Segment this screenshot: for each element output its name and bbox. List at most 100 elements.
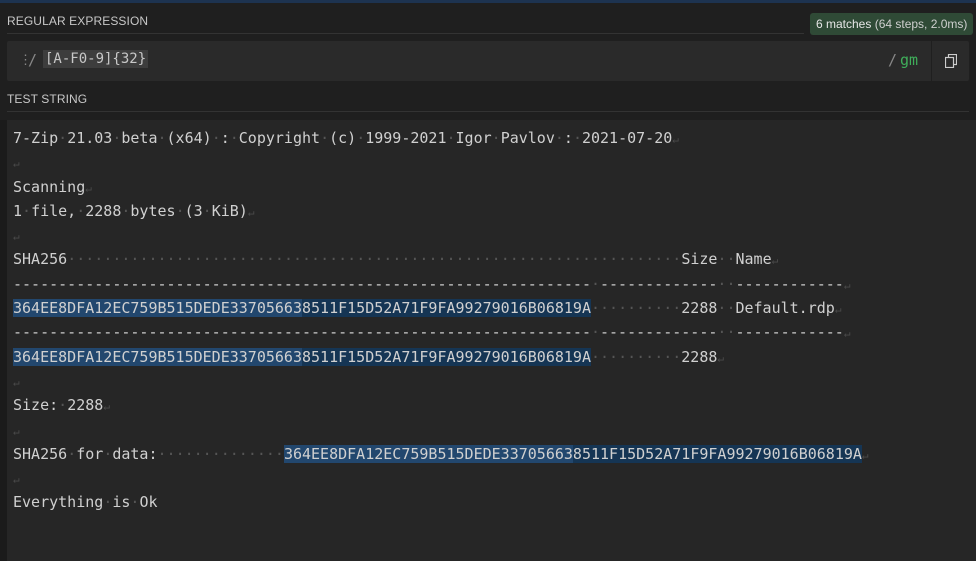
whitespace-marker xyxy=(654,299,663,317)
whitespace-marker xyxy=(654,250,663,268)
whitespace-marker xyxy=(564,250,573,268)
whitespace-marker xyxy=(85,250,94,268)
whitespace-marker xyxy=(672,250,681,268)
editor-gutter xyxy=(0,120,7,561)
whitespace-marker xyxy=(257,250,266,268)
whitespace-marker xyxy=(293,250,302,268)
whitespace-marker xyxy=(203,250,212,268)
test-line: Scanning xyxy=(13,175,869,199)
whitespace-marker xyxy=(645,348,654,366)
whitespace-marker xyxy=(275,445,284,463)
test-line xyxy=(13,369,869,393)
whitespace-marker xyxy=(176,250,185,268)
copy-icon xyxy=(945,54,957,68)
whitespace-marker xyxy=(185,250,194,268)
test-line xyxy=(13,418,869,442)
whitespace-marker xyxy=(663,348,672,366)
regex-input-box[interactable]: ⋮ / [A-F0-9]{32} / gm xyxy=(7,41,969,81)
whitespace-marker xyxy=(158,445,167,463)
match-count: 6 matches xyxy=(816,17,872,31)
whitespace-marker xyxy=(492,129,501,147)
test-line: ----------------------------------------… xyxy=(13,320,869,344)
whitespace-marker xyxy=(528,250,537,268)
whitespace-marker xyxy=(600,299,609,317)
whitespace-marker xyxy=(266,250,275,268)
whitespace-marker xyxy=(546,250,555,268)
whitespace-marker xyxy=(167,250,176,268)
whitespace-marker xyxy=(627,250,636,268)
whitespace-marker xyxy=(636,250,645,268)
whitespace-marker xyxy=(465,250,474,268)
whitespace-marker xyxy=(383,250,392,268)
whitespace-marker xyxy=(185,445,194,463)
whitespace-marker xyxy=(76,250,85,268)
whitespace-marker xyxy=(76,202,85,220)
test-line xyxy=(13,466,869,490)
whitespace-marker xyxy=(437,250,446,268)
whitespace-marker xyxy=(672,299,681,317)
whitespace-marker xyxy=(257,445,266,463)
whitespace-marker xyxy=(212,445,221,463)
whitespace-marker xyxy=(67,445,76,463)
whitespace-marker xyxy=(591,299,600,317)
regex-input[interactable]: [A-F0-9]{32} xyxy=(43,50,149,68)
whitespace-marker xyxy=(447,250,456,268)
test-string-editor[interactable]: 7-Zip 21.03 beta (x64) : Copyright (c) 1… xyxy=(7,120,976,561)
whitespace-marker xyxy=(130,493,139,511)
whitespace-marker xyxy=(609,299,618,317)
top-bar xyxy=(0,0,976,3)
whitespace-marker xyxy=(374,250,383,268)
match-highlight: 8511F15D52A71F9FA99279016B06819A xyxy=(301,299,591,318)
whitespace-marker xyxy=(194,445,203,463)
whitespace-marker xyxy=(311,250,320,268)
whitespace-marker xyxy=(338,250,347,268)
whitespace-marker xyxy=(148,250,157,268)
test-line xyxy=(13,150,869,174)
whitespace-marker xyxy=(176,202,185,220)
test-line: Size: 2288 xyxy=(13,393,869,417)
whitespace-marker xyxy=(582,250,591,268)
match-detail: (64 steps, 2.0ms) xyxy=(871,17,968,31)
whitespace-marker xyxy=(230,445,239,463)
whitespace-marker xyxy=(537,250,546,268)
whitespace-marker xyxy=(248,445,257,463)
whitespace-marker xyxy=(329,250,338,268)
whitespace-marker xyxy=(356,129,365,147)
whitespace-marker xyxy=(573,250,582,268)
test-line: 364EE8DFA12EC759B515DEDE337056638511F15D… xyxy=(13,296,869,320)
whitespace-marker xyxy=(726,299,735,317)
whitespace-marker xyxy=(636,348,645,366)
whitespace-marker xyxy=(94,250,103,268)
whitespace-marker xyxy=(230,250,239,268)
whitespace-marker xyxy=(356,250,365,268)
whitespace-marker xyxy=(392,250,401,268)
match-highlight: 364EE8DFA12EC759B515DEDE33705663 xyxy=(283,444,573,463)
test-line: SHA256 Size Name xyxy=(13,247,869,271)
whitespace-marker xyxy=(555,129,564,147)
whitespace-marker xyxy=(672,348,681,366)
whitespace-marker xyxy=(645,299,654,317)
whitespace-marker xyxy=(230,129,239,147)
whitespace-marker xyxy=(591,323,600,341)
delimiter-close: / xyxy=(888,51,898,69)
whitespace-marker xyxy=(67,250,76,268)
whitespace-marker xyxy=(618,250,627,268)
whitespace-marker xyxy=(618,348,627,366)
whitespace-marker xyxy=(302,250,311,268)
whitespace-marker xyxy=(645,250,654,268)
divider xyxy=(7,111,969,112)
whitespace-marker xyxy=(627,299,636,317)
whitespace-marker xyxy=(212,250,221,268)
test-line xyxy=(13,223,869,247)
whitespace-marker xyxy=(609,250,618,268)
whitespace-marker xyxy=(203,445,212,463)
whitespace-marker xyxy=(103,493,112,511)
match-highlight: 364EE8DFA12EC759B515DEDE33705663 xyxy=(13,347,302,366)
match-highlight: 8511F15D52A71F9FA99279016B06819A xyxy=(301,347,591,366)
whitespace-marker xyxy=(347,250,356,268)
whitespace-marker xyxy=(158,250,167,268)
whitespace-marker xyxy=(58,129,67,147)
copy-button[interactable] xyxy=(931,41,970,81)
test-string-lines[interactable]: 7-Zip 21.03 beta (x64) : Copyright (c) 1… xyxy=(13,126,869,515)
regex-flags-button[interactable]: gm xyxy=(900,51,918,69)
